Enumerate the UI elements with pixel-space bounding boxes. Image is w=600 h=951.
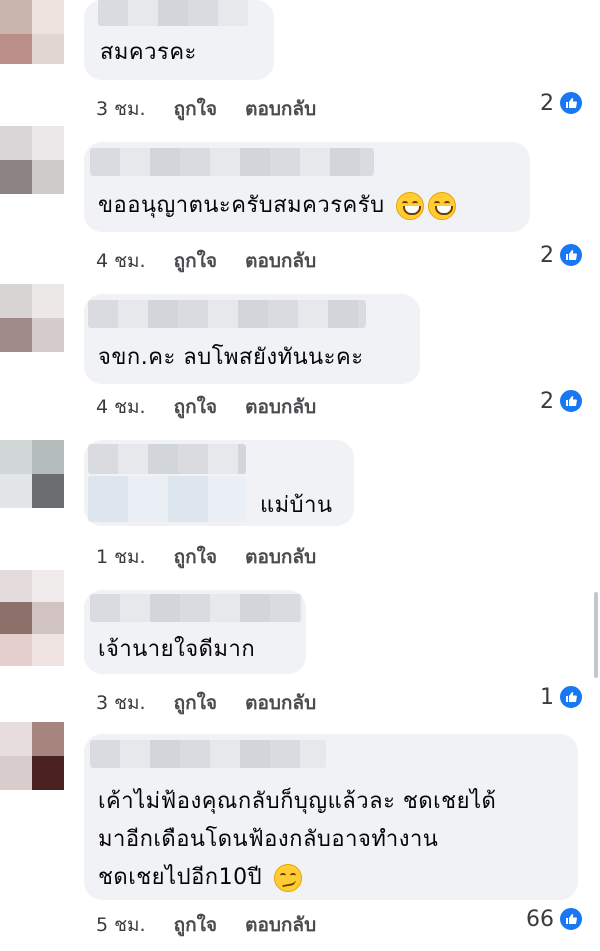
commenter-name-redacted[interactable]	[90, 148, 374, 176]
comment-text: ชดเชยไปอีก10ปี	[98, 858, 302, 898]
reaction-count[interactable]: 2	[540, 388, 584, 414]
comment-meta: 1 ชม. ถูกใจ ตอบกลับ	[96, 542, 316, 572]
commenter-name-redacted[interactable]	[90, 594, 302, 622]
comment-time[interactable]: 1 ชม.	[96, 542, 146, 572]
thumbs-up-icon	[558, 906, 584, 932]
thumbs-up-icon	[558, 90, 584, 116]
comment-bubble: เค้าไม่ฟ้องคุณกลับก็บุญแล้วละ ชดเชยได้ ม…	[84, 734, 578, 900]
comment-text: สมควรคะ	[100, 40, 197, 65]
comment-time[interactable]: 4 ชม.	[96, 246, 146, 276]
comment-text: แม่บ้าน	[260, 493, 333, 518]
avatar[interactable]	[0, 722, 64, 790]
comment-text-line: ขออนุญาตนะครับสมควรครับ	[98, 193, 385, 218]
reaction-count[interactable]: 2	[540, 90, 584, 116]
like-button[interactable]: ถูกใจ	[174, 688, 217, 718]
commenter-name-redacted[interactable]	[90, 740, 326, 768]
avatar[interactable]	[0, 0, 64, 64]
like-button[interactable]: ถูกใจ	[174, 542, 217, 572]
comment-meta: 5 ชม. ถูกใจ ตอบกลับ	[96, 910, 316, 940]
like-button[interactable]: ถูกใจ	[174, 94, 217, 124]
comment-time[interactable]: 5 ชม.	[96, 910, 146, 940]
reply-button[interactable]: ตอบกลับ	[245, 94, 316, 124]
comment-time[interactable]: 4 ชม.	[96, 392, 146, 422]
reply-button[interactable]: ตอบกลับ	[245, 542, 316, 572]
reaction-count[interactable]: 2	[540, 242, 584, 268]
comment-text: จขก.คะ ลบโพสยังทันนะคะ	[98, 345, 364, 370]
comment-bubble: แม่บ้าน	[84, 440, 354, 526]
commenter-name-redacted[interactable]	[98, 0, 248, 26]
reaction-count-value: 2	[540, 242, 554, 268]
reaction-count[interactable]: 1	[540, 684, 584, 710]
comment-meta: 3 ชม. ถูกใจ ตอบกลับ	[96, 688, 316, 718]
avatar[interactable]	[0, 570, 64, 666]
reply-button[interactable]: ตอบกลับ	[245, 392, 316, 422]
like-button[interactable]: ถูกใจ	[174, 910, 217, 940]
comment-meta: 3 ชม. ถูกใจ ตอบกลับ	[96, 94, 316, 124]
scrollbar[interactable]	[594, 592, 598, 678]
comment-meta: 4 ชม. ถูกใจ ตอบกลับ	[96, 246, 316, 276]
avatar[interactable]	[0, 284, 64, 352]
reply-button[interactable]: ตอบกลับ	[245, 246, 316, 276]
like-button[interactable]: ถูกใจ	[174, 246, 217, 276]
reaction-count[interactable]: 66	[526, 906, 584, 932]
reaction-count-value: 66	[526, 906, 554, 932]
reaction-count-value: 1	[540, 684, 554, 710]
comment-text-line: เค้าไม่ฟ้องคุณกลับก็บุญแล้วละ ชดเชยได้	[98, 789, 497, 814]
grinning-face-icon	[396, 192, 425, 220]
smirking-face-icon	[273, 864, 302, 892]
comment-time[interactable]: 3 ชม.	[96, 688, 146, 718]
avatar[interactable]	[0, 440, 64, 508]
thumbs-up-icon	[558, 388, 584, 414]
comment-bubble: ขออนุญาตนะครับสมควรครับ	[84, 142, 530, 232]
comment-text-line: ชดเชยไปอีก10ปี	[98, 865, 263, 890]
thumbs-up-icon	[558, 684, 584, 710]
like-button[interactable]: ถูกใจ	[174, 392, 217, 422]
comment-bubble: เจ้านายใจดีมาก	[84, 590, 306, 674]
comment-time[interactable]: 3 ชม.	[96, 94, 146, 124]
reply-button[interactable]: ตอบกลับ	[245, 688, 316, 718]
grinning-face-icon	[428, 192, 457, 220]
comment-bubble: จขก.คะ ลบโพสยังทันนะคะ	[84, 294, 420, 384]
comment-text-line: มาอีกเดือนโดนฟ้องกลับอาจทำงาน	[98, 827, 439, 852]
reaction-count-value: 2	[540, 90, 554, 116]
comment-bubble: สมควรคะ	[84, 0, 274, 80]
comment-text: ขออนุญาตนะครับสมควรครับ	[98, 186, 457, 226]
commenter-name-redacted[interactable]	[88, 444, 246, 474]
comment-meta: 4 ชม. ถูกใจ ตอบกลับ	[96, 392, 316, 422]
reply-button[interactable]: ตอบกลับ	[245, 910, 316, 940]
commenter-name-redacted	[88, 476, 246, 522]
comment-text: เจ้านายใจดีมาก	[98, 637, 256, 662]
commenter-name-redacted[interactable]	[88, 300, 366, 328]
thumbs-up-icon	[558, 242, 584, 268]
avatar[interactable]	[0, 126, 64, 194]
reaction-count-value: 2	[540, 388, 554, 414]
